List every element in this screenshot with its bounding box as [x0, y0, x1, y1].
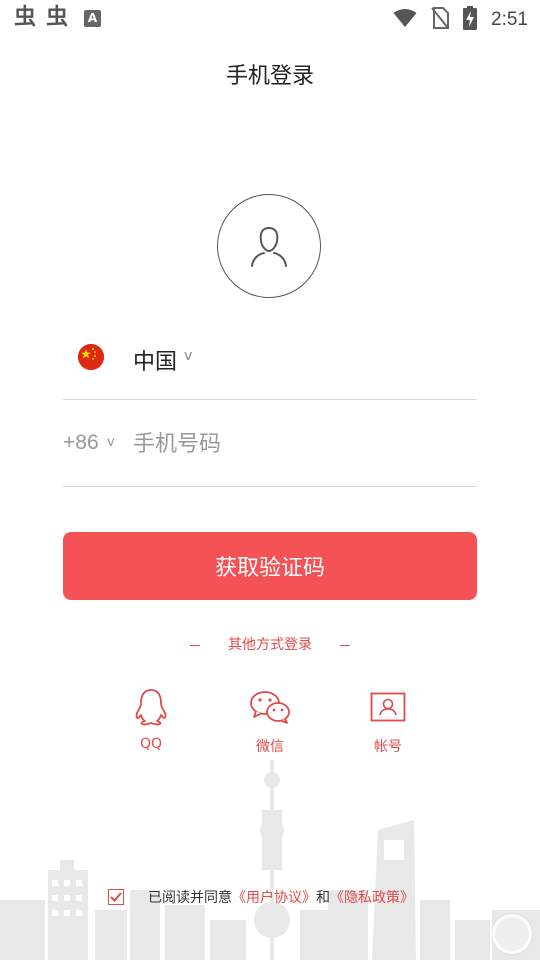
user-agreement-link[interactable]: 《用户协议》 [232, 887, 316, 907]
wifi-icon [393, 8, 417, 32]
city-skyline-illustration [0, 760, 540, 960]
agreement-row: 已阅读并同意 《用户协议》 和 《隐私政策》 [108, 887, 414, 907]
get-verification-code-button[interactable]: 获取验证码 [63, 532, 477, 600]
clock: 2:51 [491, 9, 528, 30]
chevron-down-icon: v [184, 348, 193, 364]
wechat-icon [250, 691, 290, 724]
qq-icon [135, 689, 167, 726]
qq-login-button[interactable]: QQ [116, 688, 186, 752]
country-name: 中国 [133, 350, 178, 375]
other-login-title: 其他方式登录 [0, 634, 540, 654]
watermark-icon [492, 914, 532, 954]
agreement-prefix: 已阅读并同意 [148, 890, 232, 906]
other-login-label: 其他方式登录 [228, 637, 312, 653]
notification-icon: 虫 [14, 5, 37, 30]
country-selector[interactable]: 中国 v [63, 330, 477, 400]
agreement-and: 和 [316, 890, 330, 906]
avatar[interactable] [217, 194, 321, 298]
checkmark-icon [110, 892, 122, 902]
status-left: 虫 虫 A [14, 5, 102, 30]
user-icon [251, 226, 287, 267]
status-bar: 虫 虫 A 2:51 [0, 0, 540, 36]
chevron-down-icon[interactable]: v [107, 435, 115, 450]
page-title: 手机登录 [225, 64, 314, 89]
country-code-selector[interactable]: +86 [63, 431, 99, 455]
a-badge-icon: A [84, 9, 102, 27]
privacy-policy-link[interactable]: 《隐私政策》 [330, 887, 414, 907]
phone-row: +86 v [63, 400, 477, 487]
divider [340, 644, 350, 646]
wechat-login-button[interactable]: 微信 [235, 688, 305, 756]
china-flag-icon [78, 344, 104, 370]
battery-charging-icon [463, 6, 478, 34]
watermark-logo [492, 914, 532, 954]
account-card-icon [370, 692, 406, 722]
account-login-button[interactable]: 帐号 [353, 688, 423, 756]
phone-number-input[interactable] [133, 424, 463, 464]
agreement-checkbox[interactable] [108, 889, 124, 905]
no-sim-icon [431, 7, 450, 33]
status-right: 2:51 [393, 6, 528, 34]
divider [190, 644, 200, 646]
notification-icon: 虫 [46, 5, 69, 30]
